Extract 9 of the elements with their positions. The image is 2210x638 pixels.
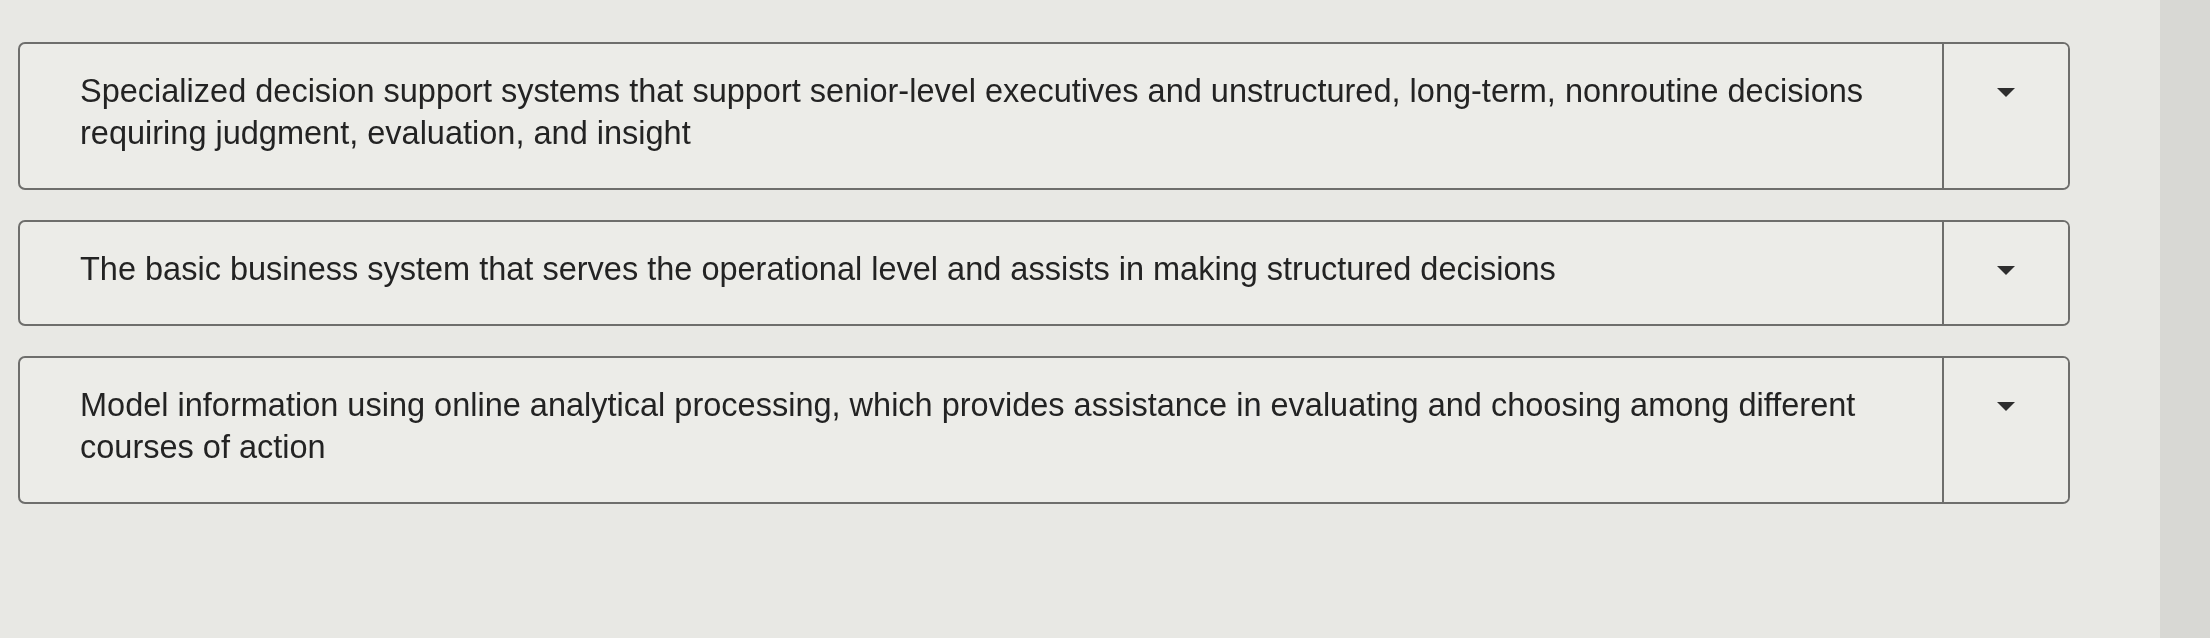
caret-icon (1997, 266, 2015, 275)
caret-icon (1997, 88, 2015, 97)
answer-dropdown[interactable] (1942, 44, 2068, 188)
answer-dropdown[interactable] (1942, 222, 2068, 324)
answer-dropdown[interactable] (1942, 358, 2068, 502)
statement-text: The basic business system that serves the operational level and assists in making structured decisions (80, 250, 1557, 289)
statement-text: Specialized decision support systems that support senior-level executives and unstructured, long-term, nonroutine decisions requiring judgment, evaluation, and insight (80, 72, 1865, 153)
statement-text: Model information using online analytical processing, which provides assistance in evaluating and choosing among different courses of action (80, 386, 1857, 467)
caret-icon (1997, 402, 2015, 411)
